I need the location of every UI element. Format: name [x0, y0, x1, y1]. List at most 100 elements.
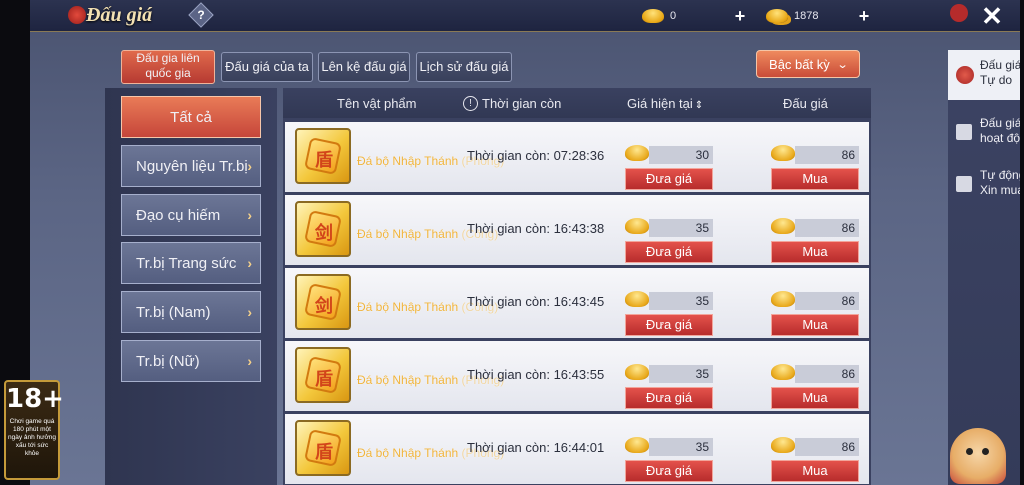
place-bid-button[interactable]: Đưa giá: [625, 241, 713, 263]
add-currency-button[interactable]: +: [730, 6, 750, 27]
help-button[interactable]: ?: [188, 2, 214, 28]
gold-ingot-icon: [771, 364, 795, 380]
auction-screen: Đấu giá ? 0 + 1878 + ✕ Đấu gia liên quốc…: [0, 0, 1024, 485]
gold-ingot-icon: [625, 218, 649, 234]
item-icon[interactable]: 剑: [295, 274, 351, 330]
buy-button[interactable]: Mua: [771, 314, 859, 336]
buyout-value: 86: [795, 146, 859, 164]
tab-cross-server-auction[interactable]: Đấu gia liên quốc gia: [121, 50, 215, 84]
gold-ingot-icon: [771, 145, 795, 161]
price-value: 35: [649, 292, 713, 310]
category-jewelry[interactable]: Tr.bị Trang sức ›: [121, 242, 261, 284]
currency-stack: 1878 +: [766, 6, 874, 26]
auction-list[interactable]: 盾 Đá bộ Nhập Thánh (Phòng) Thời gian còn…: [283, 118, 871, 485]
buyout-value: 86: [795, 219, 859, 237]
item-name-text: Đá bộ Nhập Thánh: [357, 227, 459, 241]
side-item-event-auction[interactable]: Đấu giáhoạt động: [948, 108, 1020, 158]
alert-icon: !: [463, 96, 478, 111]
right-border: [1020, 0, 1024, 485]
category-equip-female[interactable]: Tr.bị (Nữ) ›: [121, 340, 261, 382]
category-panel: Tất cả Nguyên liệu Tr.bị › Đạo cụ hiếm ›…: [105, 88, 277, 485]
category-all[interactable]: Tất cả: [121, 96, 261, 138]
tier-filter-dropdown[interactable]: Bậc bất kỳ ⌄: [756, 50, 860, 78]
buyout-value: 86: [795, 438, 859, 456]
price-value: 30: [649, 146, 713, 164]
auction-emblem-icon: [68, 6, 86, 24]
chevron-right-icon: ›: [247, 353, 252, 369]
place-bid-button[interactable]: Đưa giá: [625, 168, 713, 190]
column-time-left[interactable]: ! Thời gian còn: [463, 96, 561, 111]
category-label: Nguyên liệu Tr.bị: [136, 157, 248, 175]
tab-auction-history[interactable]: Lịch sử đấu giá: [416, 52, 512, 82]
gold-ingot-icon: [625, 437, 649, 453]
gold-ingot-icon: [771, 437, 795, 453]
gold-stack-icon: [766, 9, 788, 23]
column-current-price[interactable]: Giá hiện tại ⇕: [627, 96, 703, 111]
column-price-label: Giá hiện tại: [627, 96, 693, 111]
current-price: 35: [625, 290, 713, 310]
buy-button[interactable]: Mua: [771, 460, 859, 482]
top-bar: Đấu giá ? 0 + 1878 + ✕: [30, 0, 1020, 32]
side-line1: Đấu giá: [980, 116, 1020, 130]
category-label: Đạo cụ hiếm: [136, 206, 221, 224]
category-label: Tr.bị (Nữ): [136, 352, 200, 370]
chevron-right-icon: ›: [247, 255, 252, 271]
column-time-label: Thời gian còn: [482, 96, 562, 111]
side-line2: Xin mua: [980, 183, 1020, 197]
buyout-price: 86: [771, 290, 859, 310]
gold-ingot-icon: [771, 291, 795, 307]
item-icon[interactable]: 盾: [295, 347, 351, 403]
gold-ingot-icon: [625, 291, 649, 307]
list-header: Tên vật phẩm ! Thời gian còn Giá hiện tạ…: [283, 88, 871, 118]
tab-list-item[interactable]: Lên kệ đấu giá: [318, 52, 410, 82]
category-rare-items[interactable]: Đạo cụ hiếm ›: [121, 194, 261, 236]
time-left: Thời gian còn: 16:44:01: [467, 440, 605, 455]
category-equip-male[interactable]: Tr.bị (Nam) ›: [121, 291, 261, 333]
mascot-icon[interactable]: [950, 428, 1006, 484]
close-button[interactable]: ✕: [978, 2, 1006, 30]
sort-icon: ⇕: [694, 100, 704, 111]
buy-button[interactable]: Mua: [771, 241, 859, 263]
item-icon[interactable]: 盾: [295, 128, 351, 184]
time-left: Thời gian còn: 07:28:36: [467, 148, 605, 163]
side-line1: Tự động: [980, 168, 1020, 182]
item-name-text: Đá bộ Nhập Thánh: [357, 373, 459, 387]
time-left: Thời gian còn: 16:43:38: [467, 221, 605, 236]
list-item[interactable]: 剑 Đá bộ Nhập Thánh (Công) Thời gian còn:…: [285, 195, 869, 265]
category-equip-materials[interactable]: Nguyên liệu Tr.bị ›: [121, 145, 261, 187]
item-icon[interactable]: 盾: [295, 420, 351, 476]
list-item[interactable]: 盾 Đá bộ Nhập Thánh (Phòng) Thời gian còn…: [285, 122, 869, 192]
chevron-right-icon: ›: [247, 207, 252, 223]
place-bid-button[interactable]: Đưa giá: [625, 460, 713, 482]
side-item-free-auction[interactable]: Đấu giá Tự do: [948, 50, 1020, 100]
current-price: 35: [625, 436, 713, 456]
gavel-icon: [956, 176, 972, 192]
add-currency-button[interactable]: +: [854, 6, 874, 27]
item-name-text: Đá bộ Nhập Thánh: [357, 300, 459, 314]
item-icon[interactable]: 剑: [295, 201, 351, 257]
list-item[interactable]: 剑 Đá bộ Nhập Thánh (Công) Thời gian còn:…: [285, 268, 869, 338]
buyout-value: 86: [795, 365, 859, 383]
chevron-down-icon: ⌄: [836, 58, 849, 71]
side-item-auto-buy[interactable]: Tự độngXin mua: [948, 160, 1020, 210]
price-value: 35: [649, 438, 713, 456]
buy-button[interactable]: Mua: [771, 387, 859, 409]
age-rating: 18+: [6, 384, 64, 414]
current-price: 30: [625, 144, 713, 164]
chevron-right-icon: ›: [247, 158, 252, 174]
category-label: Tr.bị Trang sức: [136, 254, 237, 272]
buyout-value: 86: [795, 292, 859, 310]
buy-button[interactable]: Mua: [771, 168, 859, 190]
list-item[interactable]: 盾 Đá bộ Nhập Thánh (Phòng) Thời gian còn…: [285, 414, 869, 484]
place-bid-button[interactable]: Đưa giá: [625, 387, 713, 409]
currency-amount: 1878: [794, 10, 819, 22]
gold-ingot-icon: [642, 9, 664, 23]
tab-my-auction[interactable]: Đấu giá của ta: [221, 52, 313, 82]
currency-gold: 0 +: [642, 6, 750, 26]
side-line2: Tự do: [980, 73, 1013, 87]
list-item[interactable]: 盾 Đá bộ Nhập Thánh (Phòng) Thời gian còn…: [285, 341, 869, 411]
item-mark: 盾: [315, 442, 333, 462]
place-bid-button[interactable]: Đưa giá: [625, 314, 713, 336]
item-mark: 剑: [315, 296, 333, 316]
time-left: Thời gian còn: 16:43:45: [467, 294, 605, 309]
